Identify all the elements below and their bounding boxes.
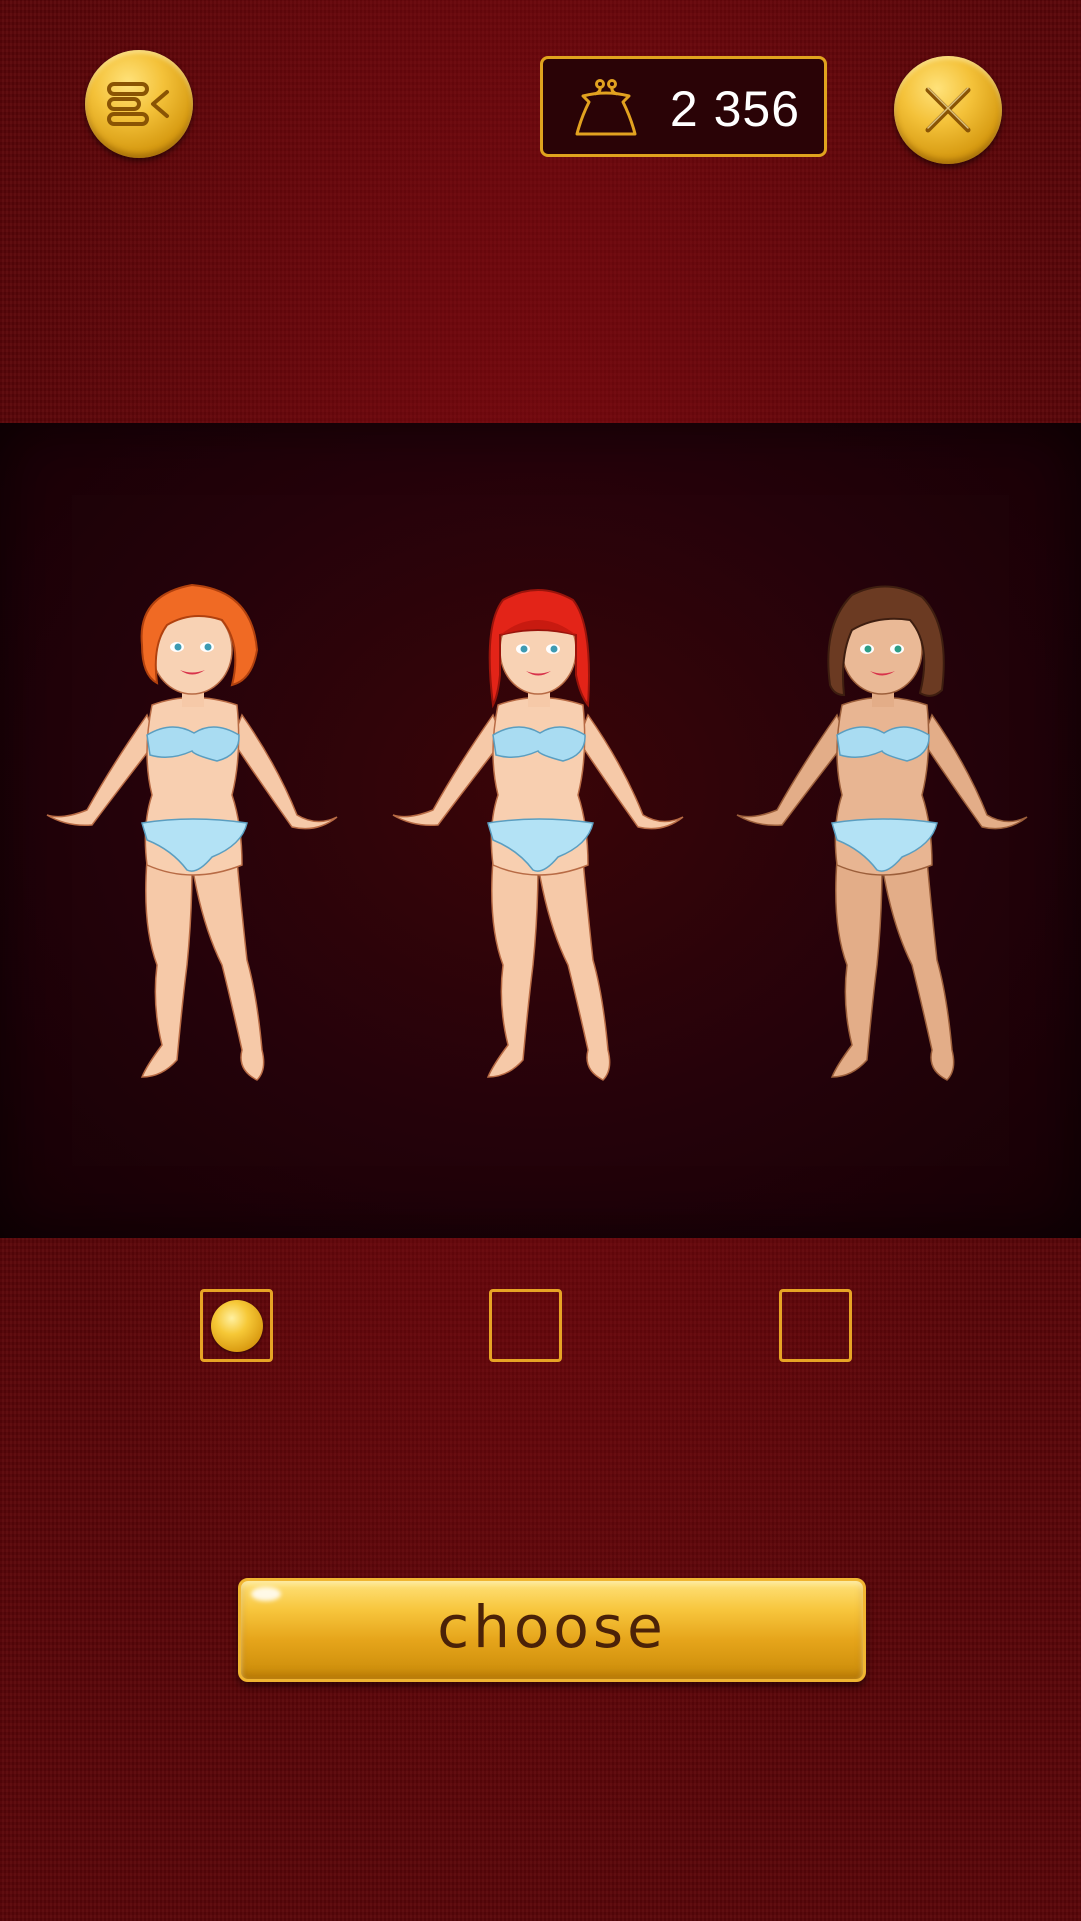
purse-icon (575, 79, 637, 136)
character-3-image[interactable] (732, 565, 1032, 1095)
close-icon (925, 87, 971, 133)
character-1-selector[interactable] (200, 1289, 273, 1362)
character-select-screen: 2 356 choose (0, 0, 1081, 1921)
character-3-selector[interactable] (779, 1289, 852, 1362)
character-2-selector[interactable] (489, 1289, 562, 1362)
coin-amount: 2 356 (669, 81, 800, 137)
button-shine (251, 1587, 281, 1601)
wallet-balance: 2 356 (540, 56, 827, 157)
choose-button-label: choose (437, 1593, 667, 1661)
menu-collapse-icon (107, 82, 169, 126)
close-button[interactable] (894, 56, 1002, 164)
character-1-image[interactable] (42, 565, 342, 1095)
choose-button[interactable]: choose (238, 1578, 866, 1682)
menu-button[interactable] (85, 50, 193, 158)
character-2-image[interactable] (388, 565, 688, 1095)
selected-indicator (210, 1299, 263, 1352)
